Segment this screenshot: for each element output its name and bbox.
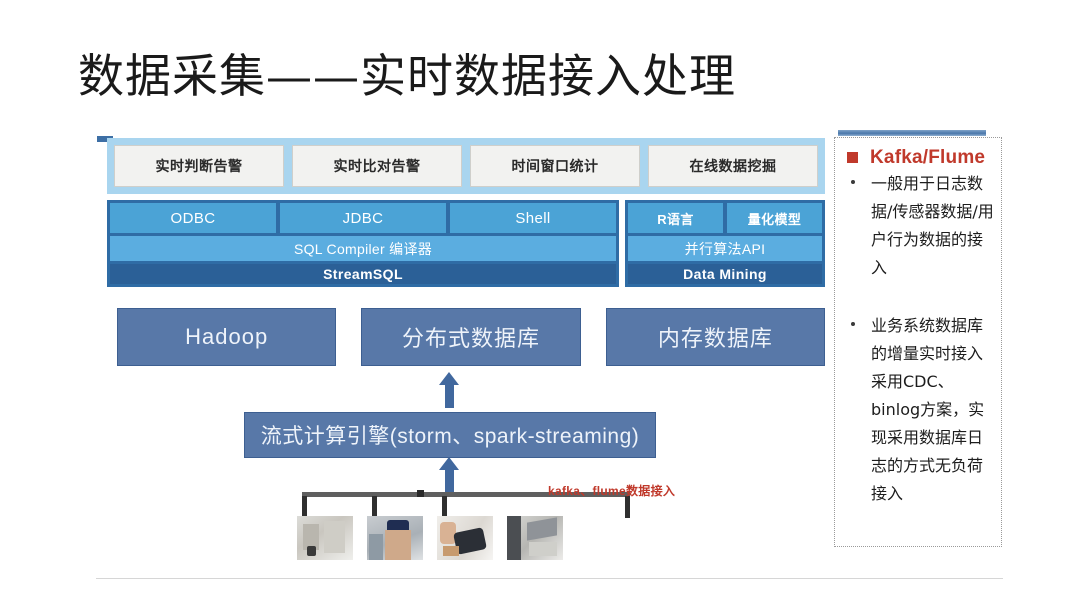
sidebar-item-cdc-binlog: 业务系统数据库的增量实时接入采用CDC、binlog方案，实现采用数据库日志的方… xyxy=(835,312,1001,508)
page-title: 数据采集——实时数据接入处理 xyxy=(78,49,736,103)
sidebar-top-accent-bar xyxy=(838,130,986,136)
slide-canvas: 数据采集——实时数据接入处理 实时判断告警 实时比对告警 时间窗口统计 在线数据… xyxy=(0,0,1080,608)
streamsql-base-row: StreamSQL xyxy=(110,264,616,284)
interface-quant-model[interactable]: 量化模型 xyxy=(727,203,822,233)
source-photo-facility xyxy=(507,516,563,560)
source-bracket-leg-2 xyxy=(372,496,377,518)
app-box-realtime-compare-alert[interactable]: 实时比对告警 xyxy=(292,145,462,187)
source-bracket-junction-dot xyxy=(417,490,424,497)
interface-jdbc[interactable]: JDBC xyxy=(280,203,446,233)
square-bullet-icon xyxy=(847,152,858,163)
source-photo-worker xyxy=(367,516,423,560)
source-bracket-leg-1 xyxy=(302,496,307,518)
datamining-block: R语言 量化模型 并行算法API Data Mining xyxy=(625,200,825,287)
arrow-head-upper xyxy=(439,372,459,385)
bottom-divider xyxy=(96,578,1003,579)
sidebar-text-cdc-binlog: 业务系统数据库的增量实时接入采用CDC、binlog方案，实现采用数据库日志的方… xyxy=(871,316,985,503)
source-bracket-leg-3 xyxy=(442,496,447,518)
arrow-shaft-upper xyxy=(445,383,454,408)
source-bracket-leg-4 xyxy=(625,496,630,518)
app-box-time-window-statistics[interactable]: 时间窗口统计 xyxy=(470,145,640,187)
storage-box-in-memory-database[interactable]: 内存数据库 xyxy=(605,308,825,366)
architecture-diagram: 实时判断告警 实时比对告警 时间窗口统计 在线数据挖掘 ODBC JDBC Sh… xyxy=(97,130,825,570)
interface-r-language[interactable]: R语言 xyxy=(628,203,723,233)
application-layer: 实时判断告警 实时比对告警 时间窗口统计 在线数据挖掘 xyxy=(107,138,825,194)
source-photo-handheld xyxy=(437,516,493,560)
storage-box-distributed-database[interactable]: 分布式数据库 xyxy=(361,308,581,366)
datamining-base-row: Data Mining xyxy=(628,264,822,284)
dot-bullet-icon-1 xyxy=(851,180,855,184)
arrow-head-lower xyxy=(439,457,459,470)
streamsql-block: ODBC JDBC Shell SQL Compiler 编译器 StreamS… xyxy=(107,200,619,287)
kafka-flume-annotation: kafka、flume数据接入 xyxy=(548,484,676,498)
source-photo-industrial xyxy=(297,516,353,560)
storage-box-hadoop[interactable]: Hadoop xyxy=(117,308,337,366)
interface-odbc[interactable]: ODBC xyxy=(110,203,276,233)
app-box-online-data-mining[interactable]: 在线数据挖掘 xyxy=(648,145,818,187)
arrow-shaft-lower xyxy=(445,468,454,492)
sidebar-item-kafka-flume: Kafka/Flume xyxy=(835,146,1001,170)
sidebar-text-kafka-flume: 一般用于日志数据/传感器数据/用户行为数据的接入 xyxy=(871,174,994,277)
sidebar-item-kafka-flume-detail: 一般用于日志数据/传感器数据/用户行为数据的接入 xyxy=(835,170,1001,282)
platform-layer: ODBC JDBC Shell SQL Compiler 编译器 StreamS… xyxy=(107,200,825,287)
datamining-interface-row: R语言 量化模型 xyxy=(628,203,822,233)
streamsql-interface-row: ODBC JDBC Shell xyxy=(110,203,616,233)
interface-shell[interactable]: Shell xyxy=(450,203,616,233)
dot-bullet-icon-2 xyxy=(851,322,855,326)
sidebar-heading-kafka-flume: Kafka/Flume xyxy=(870,147,986,168)
app-box-realtime-judge-alert[interactable]: 实时判断告警 xyxy=(114,145,284,187)
storage-layer: Hadoop 分布式数据库 内存数据库 xyxy=(117,308,825,366)
stream-compute-engine-box[interactable]: 流式计算引擎(storm、spark-streaming) xyxy=(244,412,656,458)
notes-sidebar: Kafka/Flume 一般用于日志数据/传感器数据/用户行为数据的接入 业务系… xyxy=(834,137,1002,547)
sql-compiler-row: SQL Compiler 编译器 xyxy=(110,236,616,261)
parallel-algorithm-api-row: 并行算法API xyxy=(628,236,822,261)
